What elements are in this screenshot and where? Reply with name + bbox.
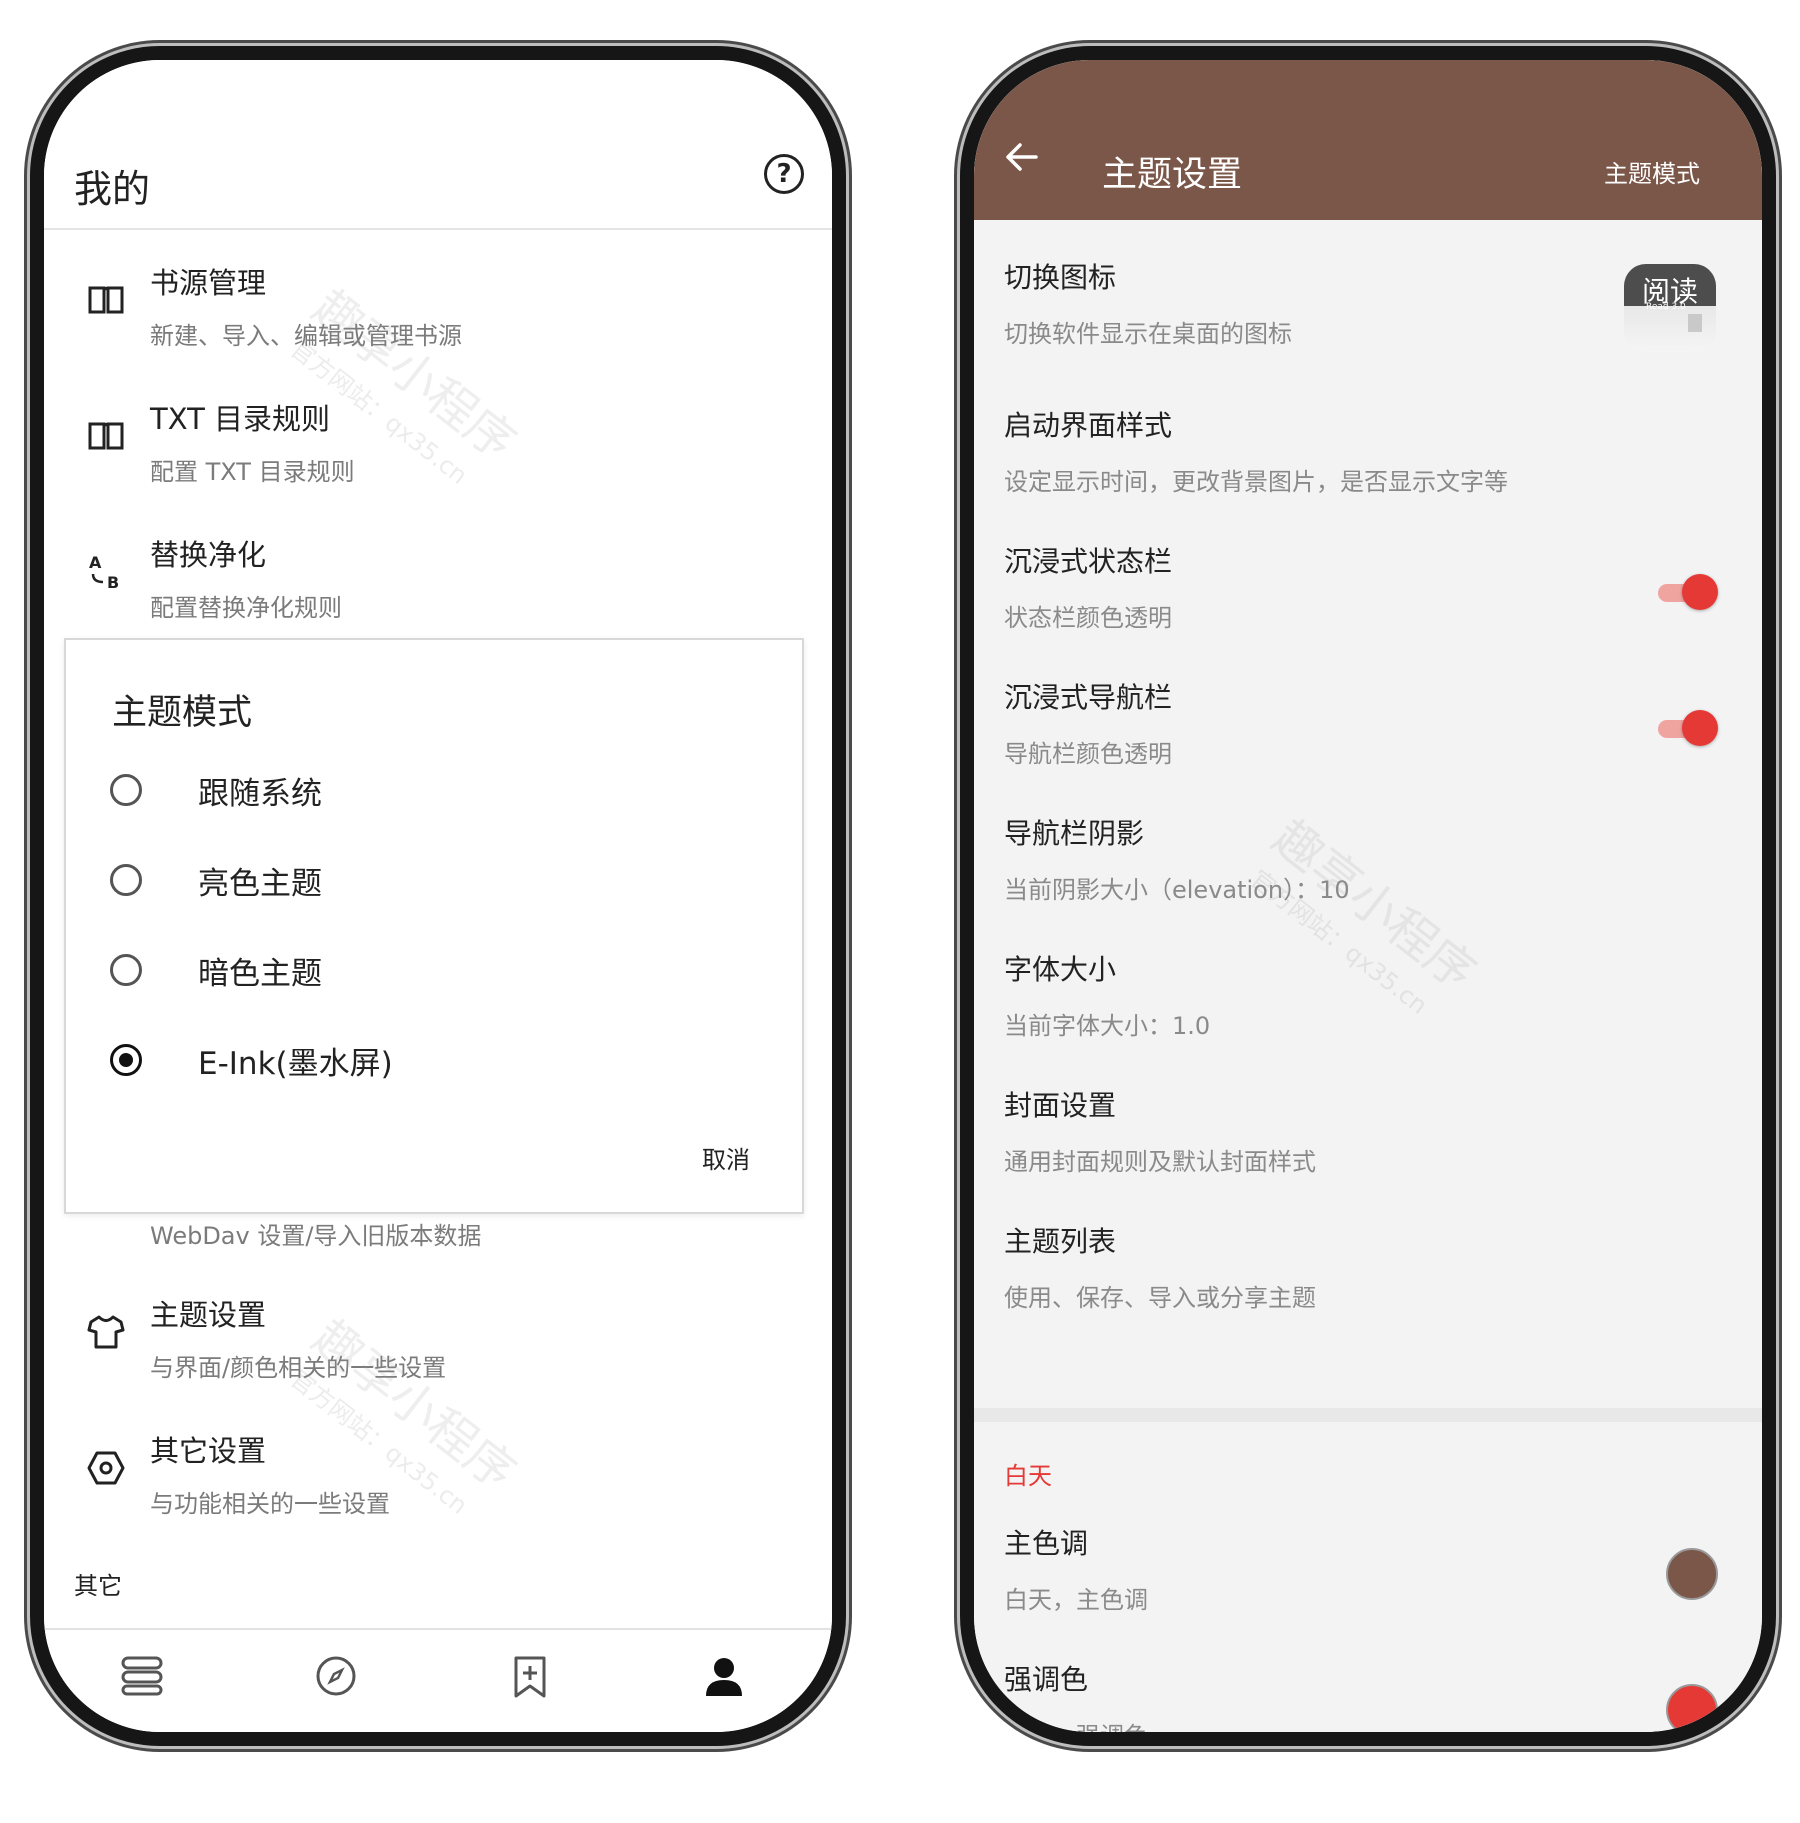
menu-item-title: 替换净化 [150,538,267,572]
theme-mode-button[interactable]: 主题模式 [1604,154,1700,189]
switch-thumb [1682,710,1718,746]
menu-item-replace[interactable]: AB 替换净化 配置替换净化规则 [44,522,832,632]
right-screen: 主题设置 主题模式 切换图标 切换软件显示在桌面的图标 阅读 Read 3.0 … [974,60,1762,1732]
book-open-icon [86,284,126,322]
radio-option-follow-system[interactable]: 跟随系统 [110,764,710,820]
page-title: 我的 [74,167,151,211]
bottom-nav-divider [44,1628,832,1630]
setting-subtitle: 设定显示时间，更改背景图片，是否显示文字等 [1004,468,1508,496]
replace-ab-icon: AB [86,552,126,600]
cancel-button[interactable]: 取消 [702,1140,750,1175]
person-icon[interactable] [694,1654,754,1708]
settings-hexagon-icon [86,1450,126,1494]
section-divider [974,1408,1762,1422]
bookmark-icon [1688,314,1702,332]
setting-title: 沉浸式导航栏 [1004,681,1173,714]
setting-title: 切换图标 [1004,261,1117,294]
menu-item-title: 主题设置 [150,1298,267,1332]
svg-text:A: A [89,553,102,572]
left-screen: 我的 ? 书源管理 新建、导入、编辑或管理书源 TXT 目录规则 配置 TXT … [44,60,832,1732]
setting-title: 封面设置 [1004,1089,1117,1122]
radio-option-eink[interactable]: E-Ink(墨水屏) [110,1034,710,1090]
setting-title: 沉浸式状态栏 [1004,545,1173,578]
menu-item-subtitle: 与功能相关的一些设置 [150,1490,390,1518]
side-button [832,440,838,640]
compass-icon[interactable] [306,1654,366,1708]
arrow-back-icon[interactable] [1004,140,1038,181]
tshirt-icon [86,1314,126,1358]
app-icon-subtext: Read 3.0 [1646,302,1686,312]
menu-item-subtitle: 配置 TXT 目录规则 [150,458,355,486]
setting-immersive-statusbar[interactable]: 沉浸式状态栏 状态栏颜色透明 [974,526,1762,646]
toggle-switch-navbar[interactable] [1654,710,1718,746]
toggle-switch-statusbar[interactable] [1654,574,1718,610]
radio-option-light[interactable]: 亮色主题 [110,854,710,910]
radio-label: 暗色主题 [198,956,322,992]
menu-item-subtitle-backup: WebDav 设置/导入旧版本数据 [150,1222,482,1250]
setting-subtitle: 白天，强调色 [1004,1722,1148,1746]
setting-splash-style[interactable]: 启动界面样式 设定显示时间，更改背景图片，是否显示文字等 [974,390,1762,510]
section-label-other: 其它 [74,1572,122,1600]
setting-title: 字体大小 [1004,953,1117,986]
radio-dot [119,1053,133,1067]
setting-cover[interactable]: 封面设置 通用封面规则及默认封面样式 [974,1070,1762,1190]
app-bar [974,60,1762,220]
book-open-icon [86,420,126,458]
setting-title: 导航栏阴影 [1004,817,1145,850]
setting-title: 主题列表 [1004,1225,1117,1258]
color-swatch-accent[interactable] [1666,1684,1718,1732]
setting-theme-list[interactable]: 主题列表 使用、保存、导入或分享主题 [974,1206,1762,1326]
app-icon-preview: 阅读 Read 3.0 [1624,264,1716,352]
divider [44,228,832,230]
page-title: 主题设置 [1102,155,1243,195]
radio-option-dark[interactable]: 暗色主题 [110,944,710,1000]
radio-button[interactable] [110,864,142,896]
menu-item-title: 书源管理 [150,266,267,300]
radio-button[interactable] [110,954,142,986]
menu-item-title: TXT 目录规则 [150,402,331,436]
setting-subtitle: 通用封面规则及默认封面样式 [1004,1148,1316,1176]
color-swatch-primary[interactable] [1666,1548,1718,1600]
category-label-day: 白天 [1004,1462,1052,1490]
setting-immersive-navbar[interactable]: 沉浸式导航栏 导航栏颜色透明 [974,662,1762,782]
setting-title: 启动界面样式 [1004,409,1173,442]
radio-label: E-Ink(墨水屏) [198,1046,393,1082]
menu-item-subtitle: 配置替换净化规则 [150,594,342,622]
setting-subtitle: 状态栏颜色透明 [1004,604,1172,632]
svg-text:B: B [107,573,119,592]
question-circle-icon[interactable]: ? [764,154,804,194]
setting-subtitle: 当前字体大小：1.0 [1004,1012,1211,1040]
radio-button[interactable] [110,774,142,806]
setting-subtitle: 导航栏颜色透明 [1004,740,1172,768]
radio-label: 跟随系统 [198,776,322,812]
theme-mode-dialog: 主题模式 跟随系统 亮色主题 暗色主题 E-Ink(墨水屏) 取消 [64,638,804,1214]
bookmark-add-icon[interactable] [500,1654,560,1710]
bookshelf-icon[interactable] [112,1654,172,1708]
phone-right: 主题设置 主题模式 切换图标 切换软件显示在桌面的图标 阅读 Read 3.0 … [960,46,1776,1746]
setting-title: 强调色 [1004,1663,1089,1696]
switch-thumb [1682,574,1718,610]
menu-item-title: 其它设置 [150,1434,267,1468]
setting-accent-color[interactable]: 强调色 白天，强调色 [974,1648,1762,1746]
side-button [1762,440,1768,640]
setting-title: 主色调 [1004,1527,1089,1560]
setting-subtitle: 白天，主色调 [1004,1586,1148,1614]
setting-subtitle: 切换软件显示在桌面的图标 [1004,320,1292,348]
radio-button-selected[interactable] [110,1044,142,1076]
setting-subtitle: 使用、保存、导入或分享主题 [1004,1284,1316,1312]
side-button [1762,720,1768,830]
phone-left: 我的 ? 书源管理 新建、导入、编辑或管理书源 TXT 目录规则 配置 TXT … [30,46,846,1746]
dialog-title: 主题模式 [112,693,253,733]
setting-primary-color[interactable]: 主色调 白天，主色调 [974,1512,1762,1632]
radio-label: 亮色主题 [198,866,322,902]
